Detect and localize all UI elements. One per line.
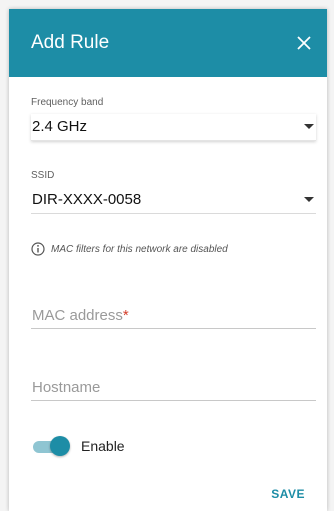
add-rule-dialog: Add Rule Frequency band 2.4 GHz SSID DIR… [9, 9, 327, 511]
ssid-select[interactable]: DIR-XXXX-0058 [31, 187, 316, 214]
enable-toggle-row[interactable]: Enable [31, 434, 125, 458]
enable-toggle[interactable] [31, 436, 71, 456]
chevron-down-icon [304, 197, 314, 202]
info-icon [31, 242, 45, 256]
save-button[interactable]: SAVE [271, 487, 305, 501]
chevron-down-icon [304, 124, 314, 129]
info-text: MAC filters for this network are disable… [51, 243, 228, 255]
enable-label: Enable [81, 438, 125, 454]
ssid-label: SSID [31, 170, 55, 181]
ssid-value: DIR-XXXX-0058 [32, 191, 142, 208]
dialog-title: Add Rule [31, 32, 110, 53]
toggle-knob [50, 436, 70, 456]
frequency-band-select[interactable]: 2.4 GHz [31, 114, 316, 141]
hostname-placeholder: Hostname [32, 379, 101, 396]
info-message: MAC filters for this network are disable… [31, 241, 228, 257]
dialog-header: Add Rule [9, 9, 327, 77]
required-mark: * [122, 307, 129, 324]
mac-address-field[interactable]: MAC address* [31, 302, 316, 329]
mac-address-placeholder-text: MAC address [32, 307, 123, 324]
close-button[interactable] [291, 30, 317, 56]
hostname-field[interactable]: Hostname [31, 374, 316, 401]
frequency-band-value: 2.4 GHz [32, 118, 88, 135]
close-icon [297, 36, 311, 50]
mac-address-placeholder: MAC address* [32, 307, 129, 324]
frequency-band-label: Frequency band [31, 97, 104, 108]
